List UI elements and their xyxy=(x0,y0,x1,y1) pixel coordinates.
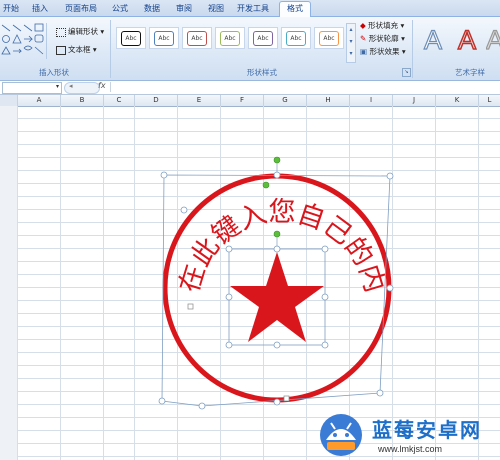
tab-home[interactable]: 开始 xyxy=(0,2,22,16)
edit-shape-button[interactable]: 编辑形状 ▾ xyxy=(56,26,104,37)
tab-insert[interactable]: 插入 xyxy=(28,2,52,16)
shape-style-4[interactable]: Abc xyxy=(215,27,245,49)
shape-style-2[interactable]: Abc xyxy=(149,27,179,49)
column-header[interactable]: G xyxy=(264,95,307,106)
tab-page-layout[interactable]: 页面布局 xyxy=(62,2,100,16)
worksheet-grid[interactable]: 请在此键入您自己的内容 xyxy=(0,106,500,460)
tab-developer[interactable]: 开发工具 xyxy=(234,2,272,16)
collapse-icon[interactable]: ◂ xyxy=(69,82,73,90)
select-all-corner[interactable] xyxy=(0,95,18,106)
effects-icon: ▣ xyxy=(360,47,368,56)
column-header[interactable]: K xyxy=(436,95,479,106)
watermark-logo-icon xyxy=(320,414,362,456)
watermark-title: 蓝莓安卓网 xyxy=(372,420,482,442)
watermark-url: www.lmkjst.com xyxy=(378,444,443,454)
wordart-style-1[interactable]: A xyxy=(418,23,448,57)
shape-effects-button[interactable]: ▣ 形状效果 ▾ xyxy=(360,46,406,57)
name-box[interactable]: ▾ xyxy=(2,82,62,94)
shape-fill-button[interactable]: ◆ 形状填充 ▾ xyxy=(360,20,404,31)
column-header[interactable]: D xyxy=(135,95,178,106)
edit-shape-icon xyxy=(56,27,66,37)
column-header[interactable]: L xyxy=(479,95,500,106)
row-lines xyxy=(0,106,500,460)
tab-format[interactable]: 格式 xyxy=(279,1,311,17)
tab-view[interactable]: 视图 xyxy=(204,2,228,16)
shape-style-1[interactable]: Abc xyxy=(116,27,146,49)
shape-style-3[interactable]: Abc xyxy=(182,27,212,49)
formula-controls: ◂ xyxy=(64,82,100,94)
shape-style-7[interactable]: Abc xyxy=(314,27,344,49)
column-header[interactable]: F xyxy=(221,95,264,106)
wordart-style-2[interactable]: A xyxy=(452,23,482,57)
column-header[interactable]: E xyxy=(178,95,221,106)
textbox-icon xyxy=(56,45,66,55)
shape-style-6[interactable]: Abc xyxy=(281,27,311,49)
formula-input[interactable] xyxy=(110,82,499,92)
column-header[interactable]: H xyxy=(307,95,350,106)
group-divider xyxy=(110,20,111,78)
tab-review[interactable]: 审阅 xyxy=(172,2,196,16)
gallery-scroll[interactable] xyxy=(46,23,53,59)
dialog-launcher-icon[interactable]: ↘ xyxy=(402,68,411,77)
column-header[interactable]: J xyxy=(393,95,436,106)
shapes-gallery[interactable] xyxy=(0,21,52,61)
tab-formulas[interactable]: 公式 xyxy=(108,2,132,16)
group-divider xyxy=(412,20,413,78)
shape-style-5[interactable]: Abc xyxy=(248,27,278,49)
row-header-strip xyxy=(0,106,17,460)
column-header[interactable]: C xyxy=(104,95,135,106)
tab-data[interactable]: 数据 xyxy=(140,2,164,16)
column-header[interactable]: I xyxy=(350,95,393,106)
ribbon: 编辑形状 ▾ 文本框 ▾ 插入形状 Abc Abc Abc Abc Abc Ab… xyxy=(0,17,500,81)
shape-styles-group-label: 形状样式 xyxy=(247,68,277,77)
shape-outline-button[interactable]: ✎ 形状轮廓 ▾ xyxy=(360,33,405,44)
ribbon-tab-bar: 开始 插入 页面布局 公式 数据 审阅 视图 开发工具 格式 xyxy=(0,0,500,17)
art-text-group-label: 艺术字样 xyxy=(455,68,485,77)
name-box-dropdown-icon[interactable]: ▾ xyxy=(56,83,59,90)
insert-shapes-group-label: 插入形状 xyxy=(39,68,69,77)
textbox-button[interactable]: 文本框 ▾ xyxy=(56,44,97,55)
formula-bar: ▾ ◂ fx xyxy=(0,81,500,95)
column-header[interactable]: B xyxy=(61,95,104,106)
fx-icon[interactable]: fx xyxy=(98,81,106,90)
pencil-icon: ✎ xyxy=(360,34,367,43)
site-watermark: 蓝莓安卓网 www.lmkjst.com xyxy=(310,408,500,460)
shape-style-scroll[interactable]: ▴ ▾ ▾ xyxy=(346,23,356,63)
column-header[interactable]: A xyxy=(18,95,61,106)
paint-bucket-icon: ◆ xyxy=(360,21,366,30)
wordart-style-3[interactable]: A xyxy=(486,23,500,57)
